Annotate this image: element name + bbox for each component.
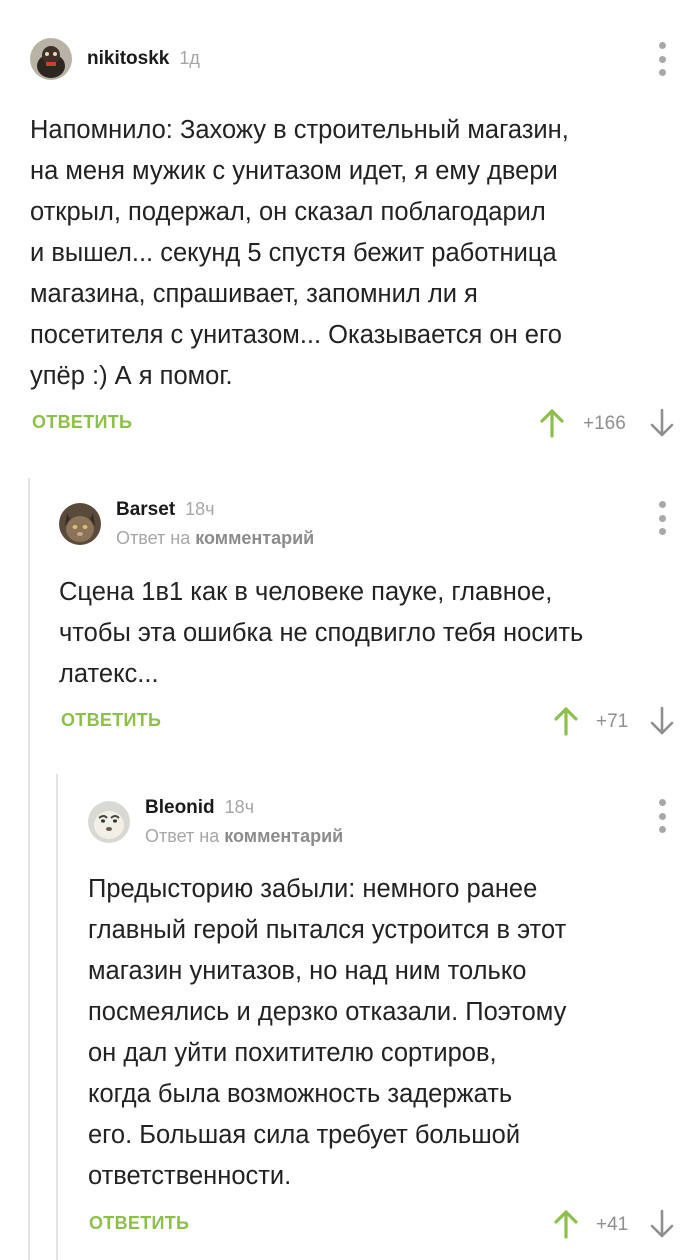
comment-header: Barset 18ч Ответ на комментарий [59,499,314,549]
reply-button[interactable]: ОТВЕТИТЬ [32,412,132,433]
thread-line-level-2 [56,774,58,1260]
rating-count: +71 [596,711,629,732]
upvote-arrow-icon[interactable] [554,1209,578,1239]
rating-count: +41 [596,1214,629,1235]
avatar[interactable] [88,801,130,843]
reply-to-prefix: Ответ на [116,528,196,548]
comment-text: Напомнило: Захожу в строительный магазин… [30,116,569,390]
avatar[interactable] [30,38,72,80]
comment-text: Предысторию забыли: немного ранее главны… [88,875,567,1190]
comment-time: 18ч [224,797,255,817]
reply-to-link[interactable]: комментарий [224,826,343,846]
username[interactable]: Bleonid [145,797,215,819]
comment-text: Сцена 1в1 как в человеке пауке, главное,… [59,578,584,688]
comment-time: 18ч [185,499,215,519]
downvote-arrow-icon[interactable] [650,1209,674,1239]
rating-count: +166 [583,413,626,434]
thread-line-level-1 [28,478,30,1260]
comments-page: nikitoskk 1д Напомнило: Захожу в строите… [0,0,700,1260]
username[interactable]: Barset [116,499,175,521]
reply-to-link[interactable]: комментарий [195,528,314,548]
more-options-icon[interactable] [652,42,672,76]
reply-button[interactable]: ОТВЕТИТЬ [61,710,161,731]
upvote-arrow-icon[interactable] [540,408,564,438]
downvote-arrow-icon[interactable] [650,706,674,736]
reply-to-line: Ответ на комментарий [116,528,314,549]
reply-to-prefix: Ответ на [145,826,225,846]
downvote-arrow-icon[interactable] [650,408,674,438]
avatar[interactable] [59,503,101,545]
comment-header: nikitoskk 1д [30,38,200,80]
username[interactable]: nikitoskk [87,48,169,70]
more-options-icon[interactable] [652,799,672,833]
comment-header: Bleonid 18ч Ответ на комментарий [88,797,343,847]
comment-time: 1д [179,48,200,68]
upvote-arrow-icon[interactable] [554,706,578,736]
reply-to-line: Ответ на комментарий [145,826,343,847]
reply-button[interactable]: ОТВЕТИТЬ [89,1213,189,1234]
more-options-icon[interactable] [652,501,672,535]
